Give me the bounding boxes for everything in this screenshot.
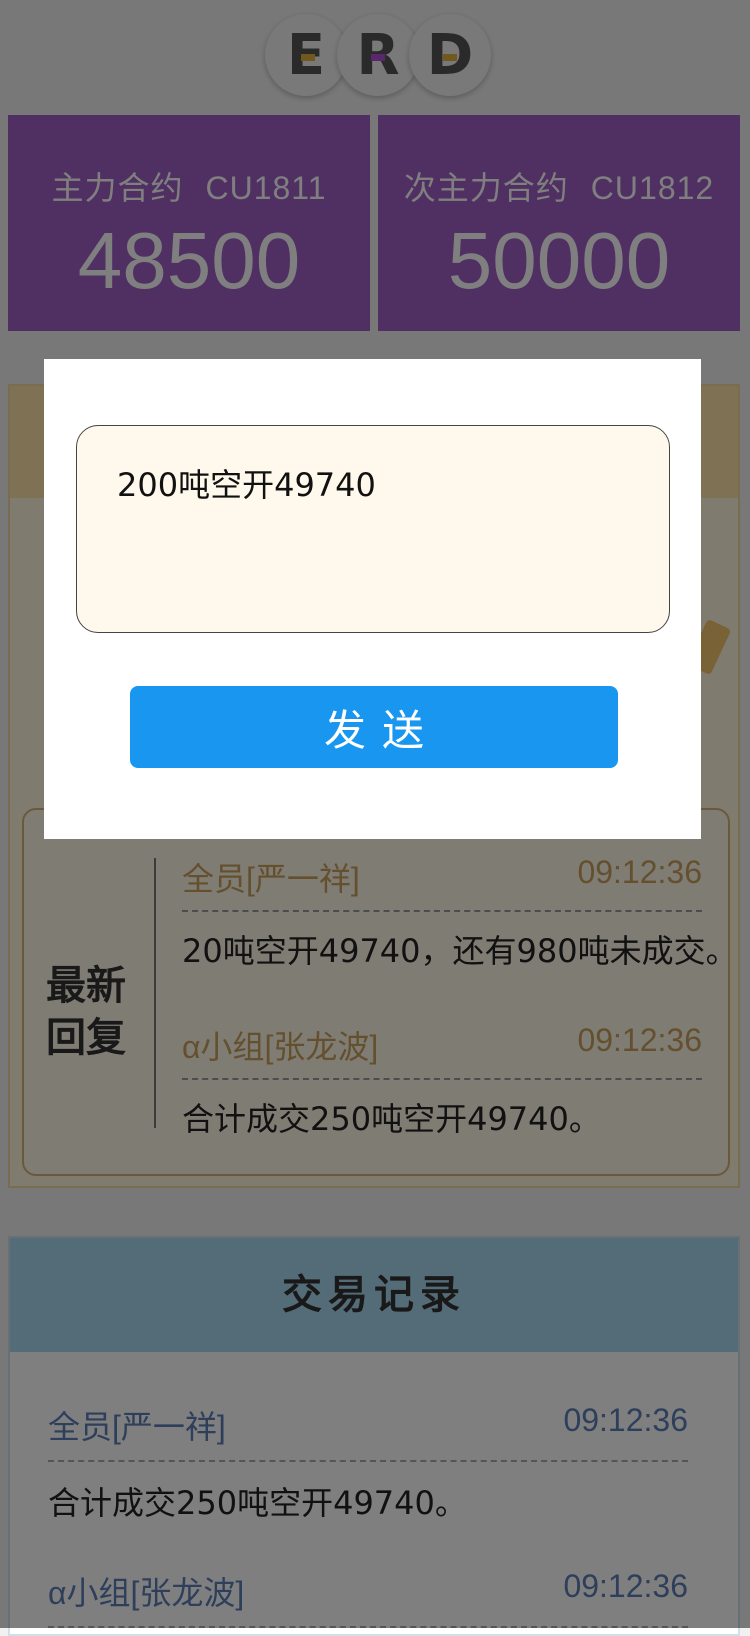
message-dialog: 200吨空开49740 发送	[44, 359, 701, 839]
message-input[interactable]: 200吨空开49740	[76, 425, 670, 633]
send-button[interactable]: 发送	[130, 686, 618, 768]
